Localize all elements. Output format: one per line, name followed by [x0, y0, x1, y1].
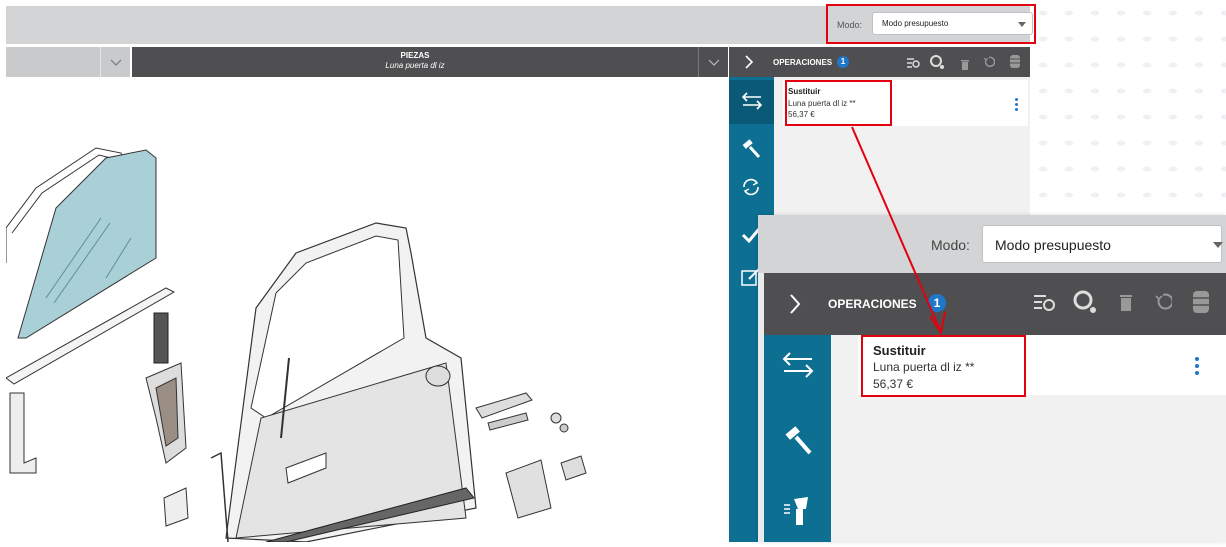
piezas-header[interactable]: PIEZAS Luna puerta dl iz: [132, 47, 698, 77]
chevron-down-icon: [1213, 242, 1223, 248]
hammer-icon[interactable]: [741, 139, 761, 159]
spray-gun-icon[interactable]: [782, 495, 812, 527]
refresh-icon[interactable]: [741, 177, 761, 197]
operaciones-header: OPERACIONES 1: [729, 47, 1030, 77]
undo-icon[interactable]: [1154, 293, 1174, 316]
operaciones-label: OPERACIONES: [773, 58, 833, 67]
piezas-subtitle: Luna puerta dl iz: [385, 61, 445, 70]
chevron-right-icon[interactable]: [788, 293, 802, 315]
search-settings-icon[interactable]: [1072, 289, 1098, 320]
door-exploded-view: [5, 147, 587, 543]
database-icon[interactable]: [1009, 54, 1021, 74]
more-options-icon[interactable]: [1194, 357, 1200, 378]
zoom-inset: Modo: Modo presupuesto OPERACIONES 1 Sus…: [758, 215, 1226, 542]
piezas-toggle[interactable]: [698, 47, 728, 77]
chevron-right-icon[interactable]: [743, 55, 755, 69]
hammer-icon[interactable]: [784, 425, 812, 455]
zoom-mode-select-value: Modo presupuesto: [995, 237, 1111, 253]
search-settings-icon[interactable]: [929, 54, 945, 75]
zoom-mode-select[interactable]: Modo presupuesto: [982, 225, 1223, 263]
highlight-mode: [826, 4, 1036, 44]
operaciones-count-badge: 1: [837, 56, 849, 68]
zoom-operaciones-count-badge: 1: [928, 294, 946, 312]
highlight-operation: [785, 80, 892, 126]
left-selector-toggle[interactable]: [100, 47, 130, 77]
zoom-operations-sidebar: [764, 335, 831, 542]
zoom-operaciones-header: OPERACIONES 1: [764, 273, 1226, 335]
zoom-mode-label: Modo:: [931, 237, 970, 253]
decorative-dots: [1030, 0, 1226, 220]
database-icon[interactable]: [1192, 290, 1210, 319]
swap-arrows-icon[interactable]: [781, 351, 815, 379]
highlight-zoom-operation: [861, 335, 1026, 397]
swap-arrows-icon[interactable]: [741, 92, 763, 110]
zoom-operaciones-label: OPERACIONES: [828, 297, 917, 311]
chevron-down-icon: [708, 59, 720, 66]
undo-icon[interactable]: [983, 55, 996, 73]
more-options-icon[interactable]: [1013, 98, 1019, 113]
parts-diagram[interactable]: [5, 78, 728, 543]
trash-icon[interactable]: [1120, 295, 1132, 316]
piezas-title: PIEZAS: [400, 51, 430, 60]
trash-icon[interactable]: [961, 57, 969, 75]
chevron-down-icon: [110, 59, 122, 66]
search-list-icon[interactable]: [907, 56, 920, 74]
search-list-icon[interactable]: [1034, 293, 1056, 318]
